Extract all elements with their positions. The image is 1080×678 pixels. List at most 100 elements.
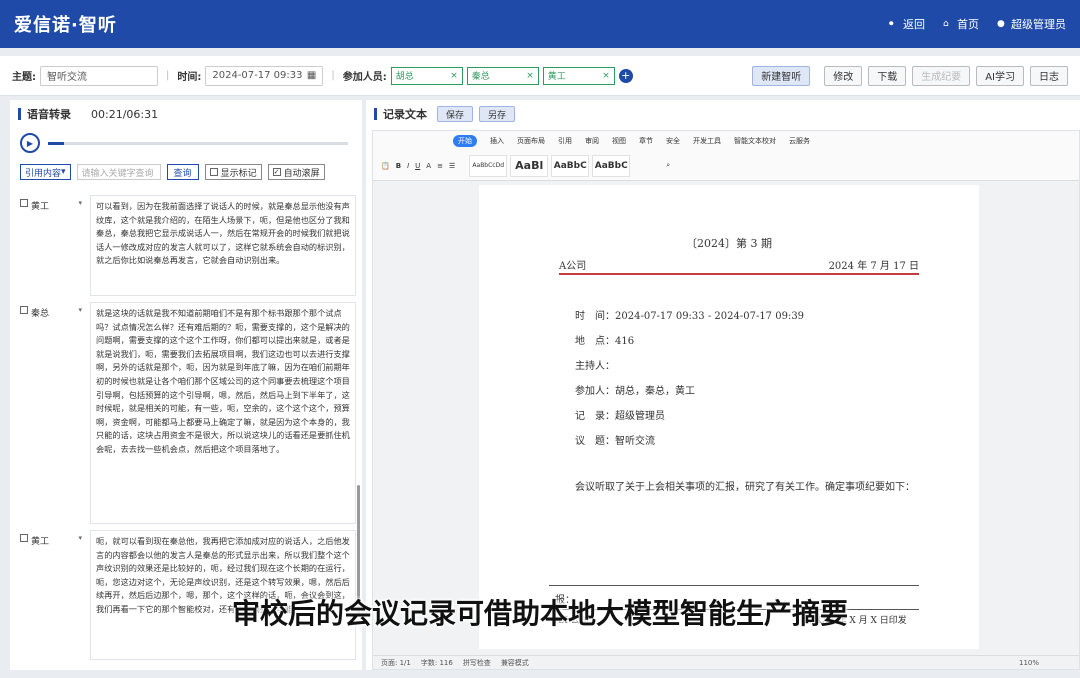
underline-icon[interactable]: U xyxy=(415,162,420,170)
place-line: 地 点：416 xyxy=(575,336,635,347)
close-icon[interactable]: × xyxy=(602,71,610,81)
participant-name: 黄工 xyxy=(547,72,566,82)
checkbox-icon xyxy=(209,168,218,176)
query-button[interactable]: 查询 xyxy=(166,164,199,180)
utterance-text[interactable]: 可以看到，因为在我前面选择了说话人的时候，就是秦总显示他没有声纹库，这个就是我介… xyxy=(90,195,356,296)
transcript-filters: 引用内容 ▾ 请输入关键字查询 查询 显示标记 ✓ 自动滚屏 xyxy=(10,158,362,186)
section-marker xyxy=(374,108,377,120)
log-button[interactable]: 日志 xyxy=(1030,65,1068,86)
menu-reference[interactable]: 引用 xyxy=(558,136,572,146)
red-divider xyxy=(559,273,919,275)
divider: | xyxy=(166,70,170,81)
participant-tag[interactable]: 秦总 × xyxy=(466,66,539,85)
list-item: 黄工 ▾ 可以看到，因为在我前面选择了说话人的时候，就是秦总显示他没有声纹库，这个… xyxy=(10,192,362,299)
chevron-down-icon[interactable]: ▾ xyxy=(78,306,82,314)
search-icon[interactable]: ⌕ xyxy=(666,161,670,170)
show-mark-checkbox[interactable]: 显示标记 xyxy=(204,164,262,180)
topic-line: 议 题：智听交流 xyxy=(575,436,655,447)
italic-icon[interactable]: I xyxy=(407,162,409,170)
participant-tag[interactable]: 胡总 × xyxy=(390,66,463,85)
checkbox-icon[interactable] xyxy=(20,306,28,314)
play-icon[interactable]: ▶ xyxy=(20,133,40,153)
speaker[interactable]: 黄工 ▾ xyxy=(20,195,90,296)
close-icon[interactable]: × xyxy=(526,71,534,81)
topic-input[interactable]: 智听交流 xyxy=(40,65,158,86)
doc-body: 会议听取了关于上会相关事项的汇报，研究了有关工作。确定事项纪要如下： xyxy=(575,482,915,493)
new-button[interactable]: 新建智听 xyxy=(752,65,811,86)
time-line: 时 间：2024-07-17 09:33 - 2024-07-17 09:39 xyxy=(575,311,805,322)
footer-divider xyxy=(549,585,919,586)
spell-check[interactable]: 拼写检查 xyxy=(463,658,491,668)
edit-button[interactable]: 修改 xyxy=(824,65,863,86)
host-line: 主持人： xyxy=(575,361,615,372)
style-heading3[interactable]: AaBbC xyxy=(592,154,631,177)
section-marker xyxy=(18,108,21,120)
menu-cloud[interactable]: 云服务 xyxy=(789,136,810,146)
keyword-search-input[interactable]: 请输入关键字查询 xyxy=(76,164,161,180)
editor-ribbon: 📋 B I U A ≡ ☰ AaBbCcDd AaBl AaBbC AaBbC … xyxy=(373,151,1079,181)
menu-proofread[interactable]: 智能文本校对 xyxy=(734,136,776,146)
document-editor: 开始 插入 页面布局 引用 审阅 视图 章节 安全 开发工具 智能文本校对 云服… xyxy=(372,130,1080,670)
recorder-line: 记 录：超级管理员 xyxy=(575,411,665,422)
generate-summary-button[interactable]: 生成纪要 xyxy=(912,65,971,86)
menu-start[interactable]: 开始 xyxy=(453,135,477,147)
speaker-name: 秦总 xyxy=(31,309,50,319)
save-button[interactable]: 保存 xyxy=(437,106,474,122)
participant-name: 胡总 xyxy=(395,72,414,82)
app-logo: 爱信诺·智听 xyxy=(14,15,117,36)
ai-learn-button[interactable]: AI学习 xyxy=(976,65,1024,86)
page-count: 页面: 1/1 xyxy=(381,658,411,667)
doc-date: 2024 年 7 月 17 日 xyxy=(828,261,919,272)
checkbox-icon[interactable] xyxy=(20,534,28,542)
document-page[interactable]: 〔2024〕第 3 期 A公司 2024 年 7 月 17 日 时 间：2024… xyxy=(479,185,979,649)
menu-review[interactable]: 审阅 xyxy=(585,136,599,146)
filter-select[interactable]: 引用内容 ▾ xyxy=(20,164,71,180)
checkbox-icon[interactable] xyxy=(20,199,28,207)
zoom-level[interactable]: 110% xyxy=(1019,659,1039,667)
progress-track[interactable] xyxy=(48,141,348,145)
participant-tag[interactable]: 黄工 × xyxy=(542,66,615,85)
save-as-button[interactable]: 另存 xyxy=(479,106,516,122)
menu-layout[interactable]: 页面布局 xyxy=(517,136,545,146)
chevron-down-icon[interactable]: ▾ xyxy=(78,534,82,542)
doc-company: A公司 xyxy=(559,261,587,272)
menu-devtools[interactable]: 开发工具 xyxy=(693,136,721,146)
bold-icon[interactable]: B xyxy=(396,162,401,170)
time-input[interactable]: 2024-07-17 09:33 ▦ xyxy=(205,65,324,86)
back-link[interactable]: ⏺ 返回 xyxy=(889,16,925,32)
menu-chapter[interactable]: 章节 xyxy=(639,136,653,146)
show-mark-label: 显示标记 xyxy=(220,168,257,179)
style-heading2[interactable]: AaBbC xyxy=(551,154,590,177)
paste-icon[interactable]: 📋 xyxy=(381,162,390,170)
menu-insert[interactable]: 插入 xyxy=(490,136,504,146)
style-heading1[interactable]: AaBl xyxy=(510,154,549,177)
user-menu[interactable]: ● 超级管理员 xyxy=(997,16,1066,32)
font-color-icon[interactable]: A xyxy=(426,162,431,170)
close-icon[interactable]: × xyxy=(450,71,458,81)
progress-fill xyxy=(48,141,65,145)
topic-label: 主题: xyxy=(12,72,36,83)
compat-mode: 兼容模式 xyxy=(500,658,529,667)
menu-security[interactable]: 安全 xyxy=(666,136,680,146)
transcript-panel: 语音转录 00:21/06:31 ▶ 引用内容 ▾ 请输入关键字查询 查询 显示… xyxy=(10,100,362,670)
top-nav: ⏺ 返回 ⌂ 首页 ● 超级管理员 xyxy=(889,16,1066,32)
style-normal[interactable]: AaBbCcDd xyxy=(469,154,508,177)
download-button[interactable]: 下载 xyxy=(868,65,907,86)
editor-menu-bar: 开始 插入 页面布局 引用 审阅 视图 章节 安全 开发工具 智能文本校对 云服… xyxy=(373,131,1079,151)
auto-scroll-checkbox[interactable]: ✓ 自动滚屏 xyxy=(267,164,325,180)
home-link[interactable]: ⌂ 首页 xyxy=(943,16,979,32)
menu-view[interactable]: 视图 xyxy=(612,136,626,146)
chevron-down-icon[interactable]: ▾ xyxy=(78,199,82,207)
checkbox-checked-icon: ✓ xyxy=(272,168,281,176)
speaker-name: 黄工 xyxy=(31,202,50,212)
align-icon[interactable]: ≡ xyxy=(437,162,443,170)
utterance-text[interactable]: 就是这块的话就是我不知道前期咱们不是有那个标书跟那个那个试点吗？试点情况怎么样？… xyxy=(90,302,356,524)
list-icon[interactable]: ☰ xyxy=(449,162,455,170)
back-icon: ⏺ xyxy=(889,19,894,29)
add-participant-icon[interactable]: + xyxy=(618,68,633,83)
filter-value: 引用内容 xyxy=(25,168,62,179)
audio-player: ▶ xyxy=(10,128,362,158)
speaker[interactable]: 秦总 ▾ xyxy=(20,302,90,524)
attendees-line: 参加人：胡总，秦总，黄工 xyxy=(575,386,695,397)
issue-number: 〔2024〕第 3 期 xyxy=(686,237,772,250)
